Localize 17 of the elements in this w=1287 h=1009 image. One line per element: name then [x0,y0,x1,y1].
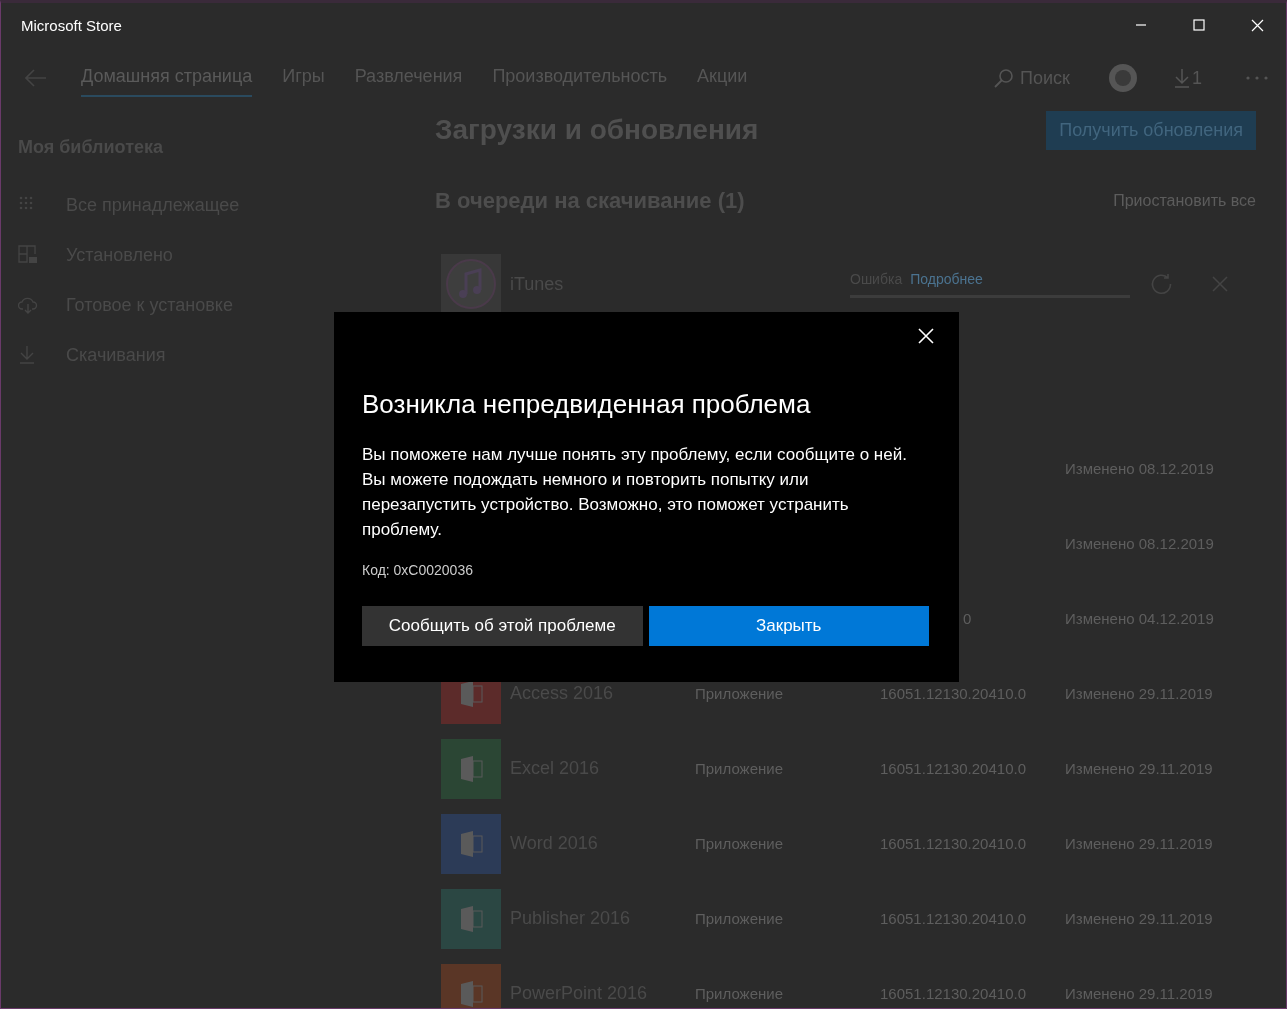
report-button[interactable]: Сообщить об этой проблеме [362,606,643,646]
dialog-title: Возникла непредвиденная проблема [362,389,812,420]
download-icon [1174,68,1190,88]
download-icon [18,345,36,365]
error-code: Код: 0xC0020036 [362,562,474,578]
window-title: Microsoft Store [21,16,123,34]
details-link[interactable]: Подробнее [910,270,983,287]
dialog-message: Вы поможете нам лучше понять эту проблему, если сообщите о ней. Вы можете подождать немного и повторить попытку или перезапустить устройство. Возможно, это поможет устранить проблему. [362,444,908,541]
refresh-icon[interactable] [1150,273,1172,295]
close-button[interactable]: Закрыть [648,606,929,646]
cloud-download-icon [18,295,38,315]
maximize-icon[interactable] [1193,19,1205,31]
back-arrow-icon[interactable] [25,69,47,87]
search-icon [994,68,1015,88]
music-note-icon [441,254,501,314]
apps-icon [18,245,38,265]
avatar-icon[interactable] [1108,63,1138,93]
